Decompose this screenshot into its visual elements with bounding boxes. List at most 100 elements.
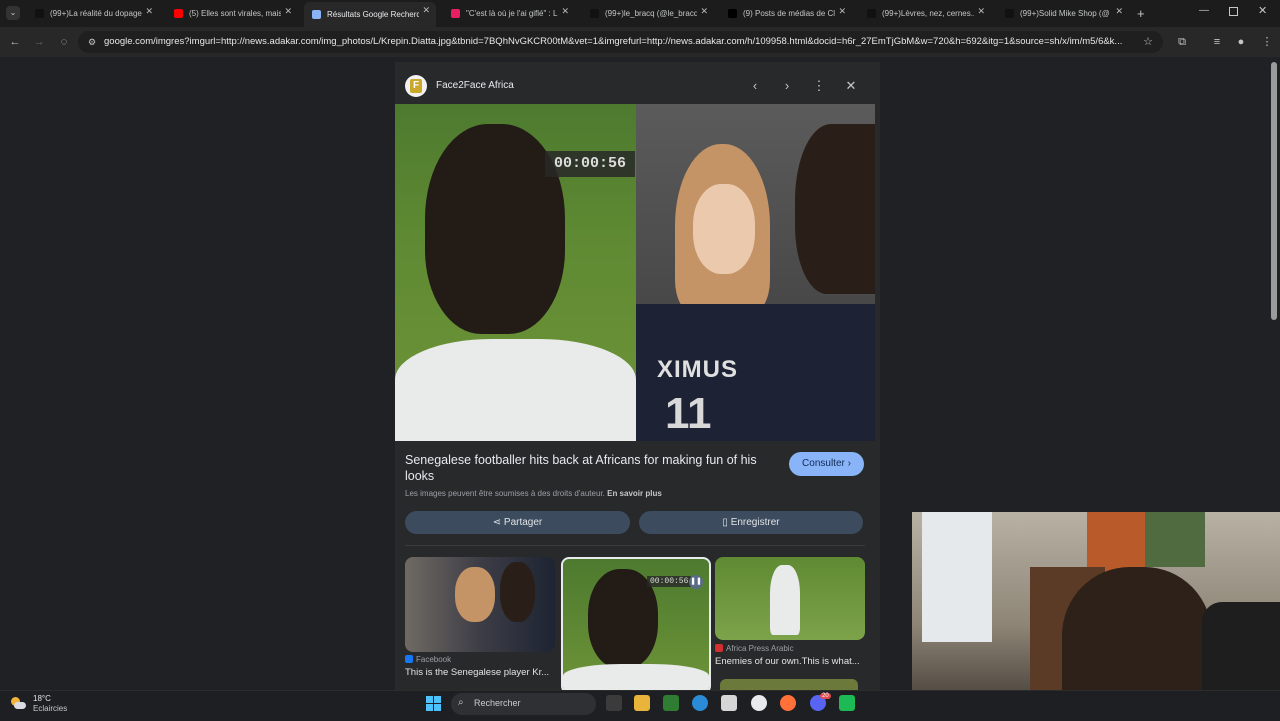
minimize-button[interactable]: —	[1199, 5, 1209, 16]
close-tab-icon[interactable]: ✕	[1115, 6, 1123, 17]
main-image[interactable]: 00:00:56 XIMUS 11	[395, 104, 875, 441]
thumb-3-player-shape	[770, 565, 800, 635]
tab-0[interactable]: (99+)La réalité du dopage ✕	[27, 3, 159, 24]
consult-label: Consulter	[802, 458, 845, 469]
tab-title: (9) Posts de médias de Cl	[743, 9, 835, 18]
learn-more-link[interactable]: En savoir plus	[607, 489, 662, 498]
related-source-3: Africa Press Arabic	[715, 644, 794, 653]
tab-2[interactable]: Résultats Google Recherch ✕	[304, 2, 436, 27]
close-tab-icon[interactable]: ✕	[145, 6, 153, 17]
webcam-overlay	[912, 512, 1280, 720]
tab-6[interactable]: (99+)Lèvres, nez, cernes... ✕	[859, 3, 991, 24]
image-title[interactable]: Senegalese footballer hits back at Afric…	[405, 452, 765, 484]
media-controls-icon[interactable]: ≡	[1209, 33, 1225, 51]
chrome-icon[interactable]	[751, 695, 767, 711]
related-source-1-label: Facebook	[416, 655, 452, 664]
jersey-text: XIMUS	[657, 356, 739, 383]
tab-title: (99+)La réalité du dopage	[50, 9, 142, 18]
rights-text: Les images peuvent être soumises à des d…	[405, 489, 605, 498]
next-image-icon[interactable]: ›	[780, 78, 794, 93]
save-button[interactable]: ▯ Enregistrer	[639, 511, 863, 534]
close-tab-icon[interactable]: ✕	[977, 6, 985, 17]
forward-icon[interactable]: →	[31, 33, 47, 51]
related-thumb-4[interactable]	[720, 679, 858, 690]
source-logo[interactable]: F	[405, 75, 427, 97]
pause-icon[interactable]: ❚❚	[689, 575, 703, 589]
tab-1[interactable]: (5) Elles sont virales, mais ✕	[166, 3, 298, 24]
file-explorer-icon[interactable]	[634, 695, 650, 711]
image-left-half: 00:00:56	[395, 104, 636, 441]
source-logo-letter: F	[410, 79, 422, 93]
close-tab-icon[interactable]: ✕	[700, 6, 708, 17]
timer-overlay: 00:00:56	[545, 151, 635, 177]
partly-cloudy-icon	[10, 697, 26, 711]
related-thumb-1[interactable]	[405, 557, 555, 652]
app-icon[interactable]	[839, 695, 855, 711]
restore-button[interactable]	[1229, 7, 1238, 16]
extensions-icon[interactable]: ⧉	[1174, 33, 1190, 51]
africa-press-icon	[715, 644, 723, 652]
related-source-1: Facebook	[405, 655, 451, 664]
thumb-1-figure-shape	[455, 567, 495, 622]
tab-search-button[interactable]: ⌄	[6, 6, 20, 20]
weather-condition: Eclaircies	[33, 704, 68, 713]
tab-strip: ⌄ (99+)La réalité du dopage ✕ (5) Elles so…	[0, 0, 1280, 27]
tab-5[interactable]: (9) Posts de médias de Cl ✕	[720, 3, 852, 24]
close-window-button[interactable]: ✕	[1258, 4, 1267, 17]
share-button[interactable]: ⋖ Partager	[405, 511, 630, 534]
tab-3[interactable]: "C'est là où je l'ai giflé" : L ✕	[443, 3, 575, 24]
more-options-icon[interactable]: ⋮	[812, 78, 826, 94]
nvidia-icon[interactable]	[663, 695, 679, 711]
firefox-icon[interactable]	[780, 695, 796, 711]
related-thumb-3[interactable]	[715, 557, 865, 640]
scrollbar-thumb[interactable]	[1271, 62, 1277, 320]
browser-menu-icon[interactable]: ⋮	[1259, 33, 1275, 51]
bookmark-icon: ▯	[722, 517, 728, 528]
store-icon[interactable]	[721, 695, 737, 711]
related-caption-1[interactable]: This is the Senegalese player Kr...	[405, 667, 555, 678]
jersey-number: 11	[665, 389, 712, 438]
youtube-icon	[174, 9, 183, 18]
share-label: Partager	[503, 517, 543, 528]
close-tab-icon[interactable]: ✕	[838, 6, 846, 17]
divider	[405, 545, 865, 546]
taskbar-search-label: Rechercher	[474, 698, 521, 708]
source-name[interactable]: Face2Face Africa	[436, 80, 514, 91]
back-icon[interactable]: ←	[7, 33, 23, 51]
site-info-icon[interactable]: ⚙	[84, 33, 100, 51]
player-face-shape	[425, 124, 565, 334]
google-lens-icon	[312, 10, 321, 19]
thumb-1-player-shape	[500, 562, 535, 622]
url-text[interactable]: google.com/imgres?imgurl=http://news.ada…	[104, 32, 1134, 52]
edge-icon[interactable]	[692, 695, 708, 711]
tiktok-icon	[867, 9, 876, 18]
chevron-right-icon: ›	[847, 458, 851, 469]
facebook-icon	[405, 655, 413, 663]
bookmark-star-icon[interactable]: ☆	[1140, 33, 1156, 51]
consult-button[interactable]: Consulter ›	[789, 452, 864, 476]
related-source-3-label: Africa Press Arabic	[726, 644, 794, 653]
player-right-face-shape	[795, 124, 875, 294]
thumb-2-timer: 00:00:56	[647, 576, 692, 587]
windows-start-icon[interactable]	[426, 696, 441, 711]
copyright-notice: Les images peuvent être soumises à des d…	[405, 489, 662, 498]
stop-loading-icon[interactable]: ◌	[56, 33, 72, 51]
profile-avatar-icon[interactable]: ●	[1233, 33, 1249, 51]
share-icon: ⋖	[492, 517, 502, 528]
webcam-poster-shape	[1087, 512, 1147, 572]
related-thumb-2[interactable]: 00:00:56 ❚❚	[561, 557, 711, 694]
tab-7[interactable]: (99+)Solid Mike Shop (@ ✕	[997, 3, 1129, 24]
task-view-icon[interactable]	[606, 695, 622, 711]
previous-image-icon[interactable]: ‹	[748, 78, 762, 93]
close-tab-icon[interactable]: ✕	[284, 6, 292, 17]
related-caption-3[interactable]: Enemies of our own.This is what...	[715, 656, 865, 667]
search-icon: ⌕	[458, 697, 464, 708]
tiktok-icon	[590, 9, 599, 18]
taskbar-search[interactable]	[451, 693, 596, 715]
close-viewer-icon[interactable]: ✕	[844, 78, 858, 94]
tab-title: (99+)Lèvres, nez, cernes...	[882, 9, 974, 18]
close-tab-icon[interactable]: ✕	[422, 5, 430, 16]
close-tab-icon[interactable]: ✕	[561, 6, 569, 17]
tab-4[interactable]: (99+)le_bracq (@le_bracq ✕	[582, 3, 714, 24]
new-tab-button[interactable]: +	[1137, 6, 1145, 21]
